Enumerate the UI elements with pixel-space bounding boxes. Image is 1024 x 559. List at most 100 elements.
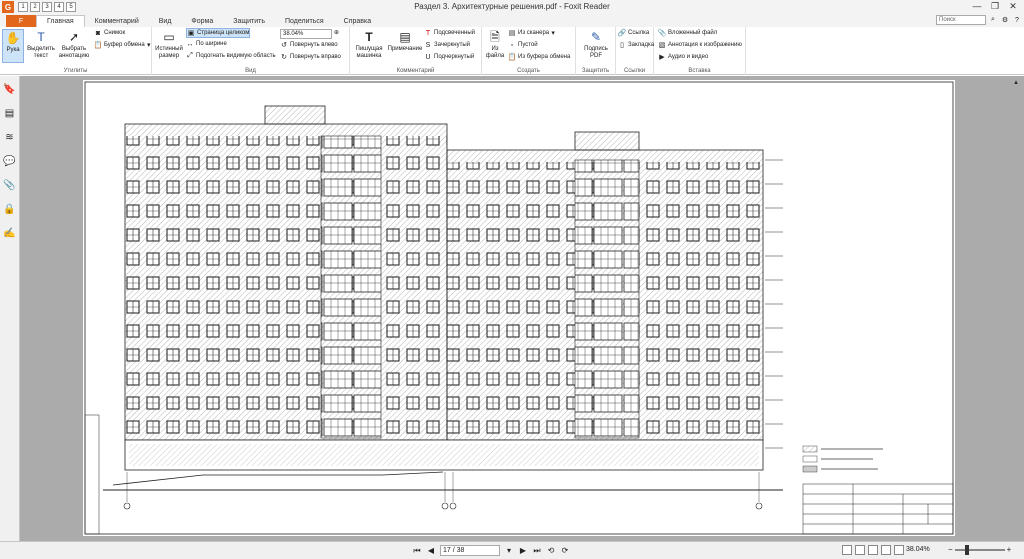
from-clipboard-button[interactable]: 📋 Из буфера обмена	[508, 53, 571, 61]
previous-page-icon[interactable]: ◀	[426, 546, 436, 556]
title-block	[802, 483, 954, 535]
close-button[interactable]: ✕	[1004, 0, 1022, 12]
zoom-in-icon[interactable]: ⊕	[334, 29, 339, 36]
signature-icon[interactable]: ✍	[3, 226, 17, 240]
qat-item[interactable]: 5	[66, 2, 76, 12]
fit-page-icon: ▣	[187, 30, 195, 37]
arrow-cursor-icon: ➚	[68, 29, 80, 44]
tab-form[interactable]: Форма	[181, 15, 223, 27]
strikeout-button[interactable]: S Зачеркнутый	[424, 41, 470, 49]
from-file-button[interactable]: 🗎 Из файла	[484, 29, 506, 60]
underline-button[interactable]: U Подчеркнутый	[424, 53, 474, 61]
bookmark-button[interactable]: ▯ Закладка	[618, 41, 654, 49]
group-label: Вид	[245, 68, 256, 74]
blank-button[interactable]: ▫ Пустой	[508, 41, 538, 49]
qat-item[interactable]: 3	[42, 2, 52, 12]
comments-icon[interactable]: 💬	[3, 154, 17, 168]
group-create: 🗎 Из файла ▤ Из сканера ▾ ▫ Пустой 📋 Из …	[482, 27, 576, 75]
qat-item[interactable]: 2	[30, 2, 40, 12]
tab-comment[interactable]: Комментарий	[85, 15, 149, 27]
quick-access-toolbar: 1 2 3 4 5	[18, 2, 76, 12]
tab-help[interactable]: Справка	[334, 15, 381, 27]
sign-pdf-button[interactable]: ✎ Подпись PDF	[578, 29, 614, 60]
group-label: Вставка	[688, 68, 711, 74]
facing-view-icon[interactable]	[868, 545, 878, 555]
file-tab[interactable]: F	[6, 15, 36, 27]
note-button[interactable]: ▤ Примечание	[388, 29, 423, 53]
snapshot-button[interactable]: ◙ Снимок	[94, 29, 125, 37]
rotate-left-button[interactable]: ↺ Повернуть влево	[280, 41, 338, 49]
audio-video-button[interactable]: ▶ Аудио и видео	[658, 53, 708, 61]
rotate-right-button[interactable]: ↻ Повернуть вправо	[280, 53, 341, 61]
help-icon[interactable]: ?	[1012, 15, 1022, 25]
architectural-elevation-drawing	[84, 81, 954, 535]
continuous-facing-view-icon[interactable]	[881, 545, 891, 555]
minimize-button[interactable]: —	[968, 0, 986, 12]
window-title: Раздел 3. Архитектурные решения.pdf - Fo…	[414, 2, 610, 11]
attachment-button[interactable]: 📎 Вложенный файл	[658, 29, 718, 37]
image-icon: ▧	[658, 42, 666, 49]
page-navigator: ⏮ ◀ 17 / 38 ▾ ▶ ⏭ ⟲ ⟳	[412, 545, 570, 556]
document-view[interactable]: ▴	[20, 76, 1024, 541]
settings-icon[interactable]: ⚙	[1000, 15, 1010, 25]
highlight-button[interactable]: T Подсвеченный	[424, 29, 475, 37]
tab-home[interactable]: Главная	[36, 15, 85, 27]
select-text-label: Выделить текст	[27, 46, 55, 59]
clipboard-button[interactable]: 📋 Буфер обмена ▾	[94, 41, 155, 49]
hand-tool-button[interactable]: ✋ Рука	[2, 29, 24, 63]
last-page-icon[interactable]: ⏭	[532, 546, 542, 556]
tab-share[interactable]: Поделиться	[275, 15, 334, 27]
fit-visible-icon: ⤢	[187, 52, 193, 59]
split-view-icon[interactable]	[894, 545, 904, 555]
continuous-view-icon[interactable]	[855, 545, 865, 555]
app-icon[interactable]: G	[2, 1, 14, 13]
group-label: Ссылки	[623, 68, 646, 74]
qat-item[interactable]: 1	[18, 2, 28, 12]
scroll-up-icon[interactable]: ▴	[1011, 78, 1021, 88]
from-scanner-button[interactable]: ▤ Из сканера ▾	[508, 29, 559, 37]
single-page-view-icon[interactable]	[842, 545, 852, 555]
zoom-input[interactable]: 38.04%	[280, 29, 332, 39]
maximize-button[interactable]: ❐	[986, 0, 1004, 12]
search-icon[interactable]: ⌕	[988, 15, 998, 25]
qat-item[interactable]: 4	[54, 2, 64, 12]
fit-page-button[interactable]: ▣ Страница целиком	[186, 28, 251, 38]
rotate-left-icon: ↺	[281, 42, 287, 49]
axis-marker	[755, 502, 763, 510]
fit-width-button[interactable]: ↔ По ширине	[186, 40, 227, 48]
zoom-readout: 38.04%	[906, 546, 930, 553]
next-view-icon[interactable]: ⟳	[560, 546, 570, 556]
zoom-slider-thumb[interactable]	[964, 544, 969, 555]
tab-protect[interactable]: Защитить	[223, 15, 275, 27]
typewriter-button[interactable]: T Пишущая машинка	[354, 29, 384, 60]
typewriter-icon: T	[365, 29, 373, 44]
bookmarks-icon[interactable]: 🔖	[3, 82, 17, 96]
layers-icon[interactable]: ≋	[3, 130, 17, 144]
security-icon[interactable]: 🔒	[3, 202, 17, 216]
fit-visible-button[interactable]: ⤢ Подогнать видимую область	[186, 52, 275, 60]
search-input[interactable]: Поиск	[936, 15, 986, 25]
fit-width-icon: ↔	[186, 40, 194, 48]
actual-size-button[interactable]: ▭ Истинный размер	[154, 29, 184, 60]
image-annotation-button[interactable]: ▧ Аннотация к изображению	[658, 41, 742, 49]
tab-view[interactable]: Вид	[149, 15, 182, 27]
select-annotation-button[interactable]: ➚ Выбрать аннотацию	[58, 29, 90, 60]
page-icon: ▭	[163, 29, 175, 44]
page-number-input[interactable]: 17 / 38	[440, 545, 500, 556]
pen-icon: ✎	[590, 29, 602, 44]
zoom-slider[interactable]: − +	[948, 544, 1012, 555]
left-balcony-stack	[320, 135, 382, 439]
previous-view-icon[interactable]: ⟲	[546, 546, 556, 556]
first-page-icon[interactable]: ⏮	[412, 546, 422, 556]
page-dropdown-icon[interactable]: ▾	[504, 546, 514, 556]
level-markers	[765, 159, 783, 449]
zoom-in-icon[interactable]: +	[1007, 545, 1012, 554]
pages-icon[interactable]: ▤	[3, 106, 17, 120]
attachments-icon[interactable]: 📎	[3, 178, 17, 192]
next-page-icon[interactable]: ▶	[518, 546, 528, 556]
select-text-button[interactable]: T Выделить текст	[26, 29, 56, 60]
link-button[interactable]: 🔗 Ссылка	[618, 29, 650, 37]
group-tools: ✋ Рука T Выделить текст ➚ Выбрать аннота…	[0, 27, 152, 75]
file-icon: 🗎	[490, 29, 500, 44]
zoom-out-icon[interactable]: −	[948, 545, 953, 554]
